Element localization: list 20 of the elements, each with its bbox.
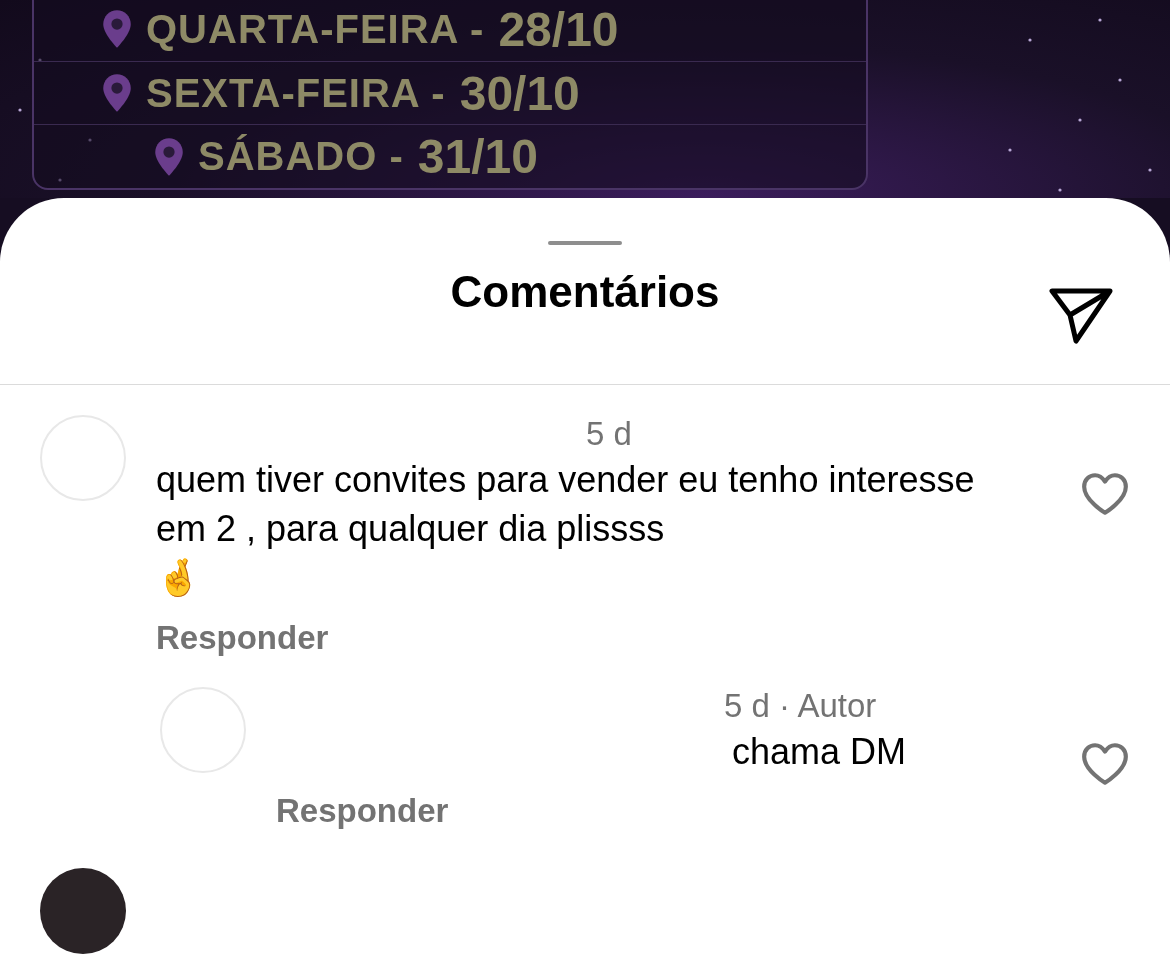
heart-icon[interactable] <box>1080 741 1130 787</box>
comment-text: chama DM <box>731 730 908 774</box>
comment-text: quem tiver convites para vender eu tenho interesse em 2 , para qualquer dia plissss <box>156 458 976 551</box>
location-pin-icon <box>102 73 132 113</box>
location-pin-icon <box>154 136 184 177</box>
location-pin-icon <box>102 9 132 50</box>
comment-time: 5 d <box>585 415 633 454</box>
sheet-title: Comentários <box>450 267 720 318</box>
event-date: 28/10 <box>498 1 619 57</box>
event-date: 31/10 <box>417 129 538 185</box>
event-date: 30/10 <box>459 65 580 121</box>
reply-button[interactable]: Responder <box>156 619 329 657</box>
comment-time: 5 d · Autor <box>723 687 878 726</box>
heart-icon[interactable] <box>1080 471 1130 517</box>
event-day: SEXTA-FEIRA - <box>146 70 446 116</box>
drag-handle[interactable] <box>548 241 622 246</box>
event-day: SÁBADO - <box>198 134 404 180</box>
event-day: QUARTA-FEIRA - <box>146 6 485 52</box>
comment-emoji: 🤞 <box>156 556 201 600</box>
reply-button[interactable]: Responder <box>276 792 449 830</box>
